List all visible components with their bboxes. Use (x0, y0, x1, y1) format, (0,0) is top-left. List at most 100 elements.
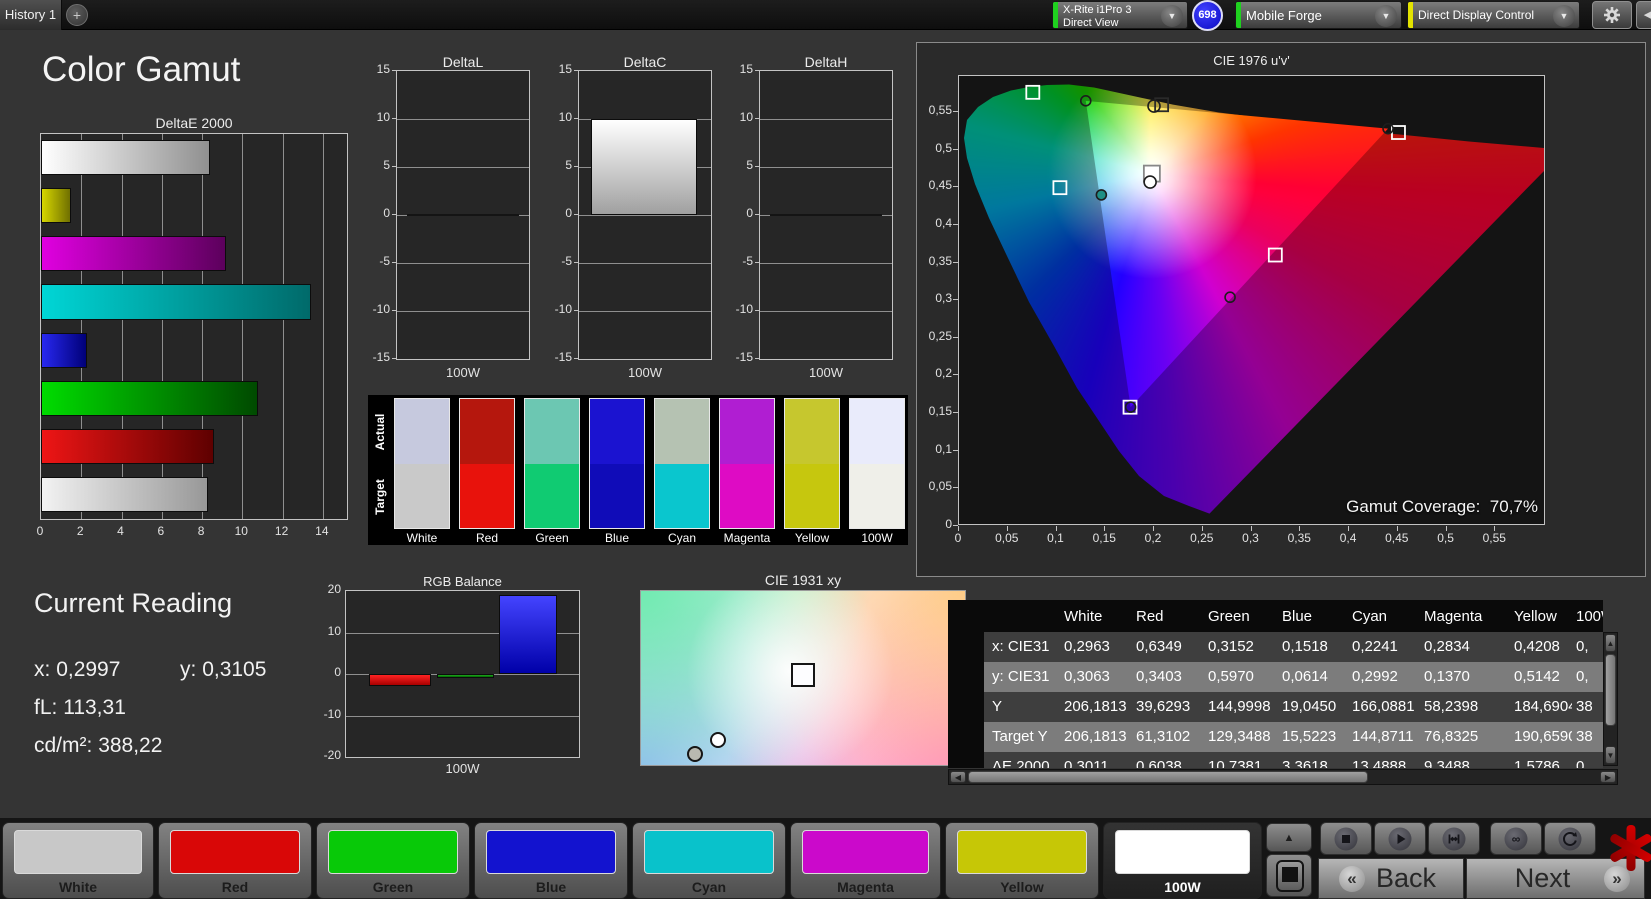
table-vertical-scrollbar[interactable]: ▲ ▼ (1603, 632, 1618, 766)
svg-text:∞: ∞ (1512, 832, 1521, 846)
deltal-chart-title: DeltaL (442, 54, 484, 70)
table-cell: 0,1518 (1278, 632, 1348, 662)
step-button[interactable] (1428, 822, 1480, 855)
column-header-red: Red (1136, 608, 1164, 625)
target-swatch (460, 463, 514, 528)
cie1976-x-tick: 0,15 (1092, 531, 1116, 545)
pattern-button-cyan[interactable]: Cyan (632, 822, 786, 899)
add-tab-button[interactable]: + (66, 4, 88, 26)
pattern-button-blue[interactable]: Blue (474, 822, 628, 899)
display-control-status-stripe (1408, 2, 1413, 28)
cie1976-y-tick: 0,1 (935, 441, 952, 456)
deltac-y-tick: 15 (558, 62, 572, 76)
tick-mark (392, 70, 396, 71)
stop-button[interactable] (1320, 822, 1372, 855)
display-control-dropdown[interactable]: Direct Display Control ▼ (1407, 1, 1580, 29)
pattern-swatch (802, 830, 929, 874)
swatch-label: Green (535, 531, 569, 545)
deltae-bar-cyan (41, 284, 311, 320)
tick-mark (958, 526, 959, 531)
deltah-y-tick: 15 (739, 62, 753, 76)
actual-swatch (785, 399, 839, 464)
row-gutter (948, 752, 984, 768)
meter-status-badge: 698 (1192, 0, 1223, 31)
gridline (397, 167, 529, 168)
actual-swatch (655, 399, 709, 464)
table-cell: 184,6904 (1510, 692, 1572, 722)
measured-marker-magenta (1224, 291, 1236, 304)
gridline (579, 263, 711, 264)
horizontal-scroll-thumb[interactable] (968, 771, 1368, 783)
cie1931-target-square (790, 663, 815, 688)
settings-button[interactable] (1592, 1, 1632, 29)
scroll-right-button[interactable]: ▶ (1600, 771, 1616, 783)
pattern-window-button[interactable] (1266, 854, 1312, 897)
table-horizontal-scrollbar[interactable]: ◀ ▶ (948, 769, 1618, 785)
cie1976-x-tick: 0,2 (1144, 531, 1162, 545)
pattern-button-yellow[interactable]: Yellow (945, 822, 1099, 899)
chevron-down-icon: ▼ (1375, 5, 1397, 27)
table-cell: 0,2963 (1060, 632, 1132, 662)
swatch-label: White (406, 531, 438, 545)
refresh-button[interactable] (1544, 822, 1596, 855)
deltae-bar-green (41, 380, 259, 416)
rgb-balance-chart-title: RGB Balance (423, 574, 502, 589)
swatch-label: Yellow (794, 531, 830, 545)
actual-swatch (460, 399, 514, 464)
tab-history-1[interactable]: History 1 (0, 0, 62, 30)
gamut-coverage-value: 70,7% (1489, 497, 1538, 516)
deltac-bar (591, 119, 697, 215)
swatch-label: Magenta (723, 531, 771, 545)
pattern-button-magenta[interactable]: Magenta (790, 822, 941, 899)
collapse-panel-button[interactable]: ◀ (1636, 1, 1651, 29)
table-cell: 9,3488 (1420, 752, 1510, 768)
swatch-label: 100W (861, 531, 893, 545)
chevron-down-icon: ▼ (1161, 5, 1183, 27)
pattern-button-label: White (58, 879, 98, 895)
actual-swatch (720, 399, 774, 464)
table-cell: 0,0614 (1278, 662, 1348, 692)
tick-mark (1153, 526, 1155, 531)
rgb-y-tick: -20 (323, 748, 341, 762)
deltac-chart (578, 70, 712, 360)
scroll-down-button[interactable]: ▼ (1605, 746, 1616, 764)
target-swatch (395, 463, 449, 528)
cie1976-y-tick: 0,2 (935, 366, 952, 381)
workflow-selector-dropdown[interactable]: Mobile Forge ▼ (1235, 1, 1402, 29)
pattern-up-button[interactable]: ▲ (1266, 823, 1312, 852)
vertical-scroll-thumb[interactable] (1605, 654, 1616, 726)
row-gutter (948, 662, 984, 692)
deltae-bar-100w (41, 476, 209, 512)
play-button[interactable] (1374, 822, 1426, 855)
deltae-bar-magenta (41, 236, 227, 272)
tick-mark (953, 412, 958, 414)
loop-button[interactable]: ∞ (1490, 822, 1542, 855)
scroll-up-button[interactable]: ▲ (1605, 634, 1616, 652)
deltah-y-tick: -10 (735, 302, 753, 316)
app-window: History 1 + X-Rite i1Pro 3 Direct View ▼… (0, 0, 1651, 899)
pattern-button-red[interactable]: Red (158, 822, 312, 899)
deltal-y-tick: -10 (372, 302, 390, 316)
back-button[interactable]: « Back (1318, 858, 1464, 899)
pattern-button-100w[interactable]: 100W (1103, 822, 1262, 899)
deltae-bar-red (41, 428, 215, 464)
gridline (397, 119, 529, 120)
scroll-left-button[interactable]: ◀ (950, 771, 966, 783)
table-corner-cell (948, 600, 1060, 632)
rgb-balance-chart (345, 590, 580, 758)
row-label: y: CIE31 (984, 662, 1060, 692)
meter-selector-dropdown[interactable]: X-Rite i1Pro 3 Direct View ▼ (1052, 1, 1188, 29)
pattern-button-green[interactable]: Green (316, 822, 470, 899)
current-reading-title: Current Reading (34, 588, 233, 618)
pattern-control-bar: White Red Green Blue Cyan Magenta Yellow 100W ▲… (0, 818, 1651, 899)
cie1931-measured-circle-1 (687, 745, 704, 762)
table-header-row: White Red Green Blue Cyan Magenta Yellow 100W (948, 600, 1603, 632)
x-tick-label: 4 (117, 524, 124, 538)
table-cell: 38 (1572, 692, 1603, 722)
table-cell: 10,7381 (1204, 752, 1278, 768)
back-button-label: Back (1375, 863, 1437, 893)
tick-mark (953, 148, 958, 150)
pattern-button-white[interactable]: White (2, 822, 154, 899)
tick-mark (1055, 526, 1057, 531)
rgb-balance-bar-blue (499, 595, 557, 674)
